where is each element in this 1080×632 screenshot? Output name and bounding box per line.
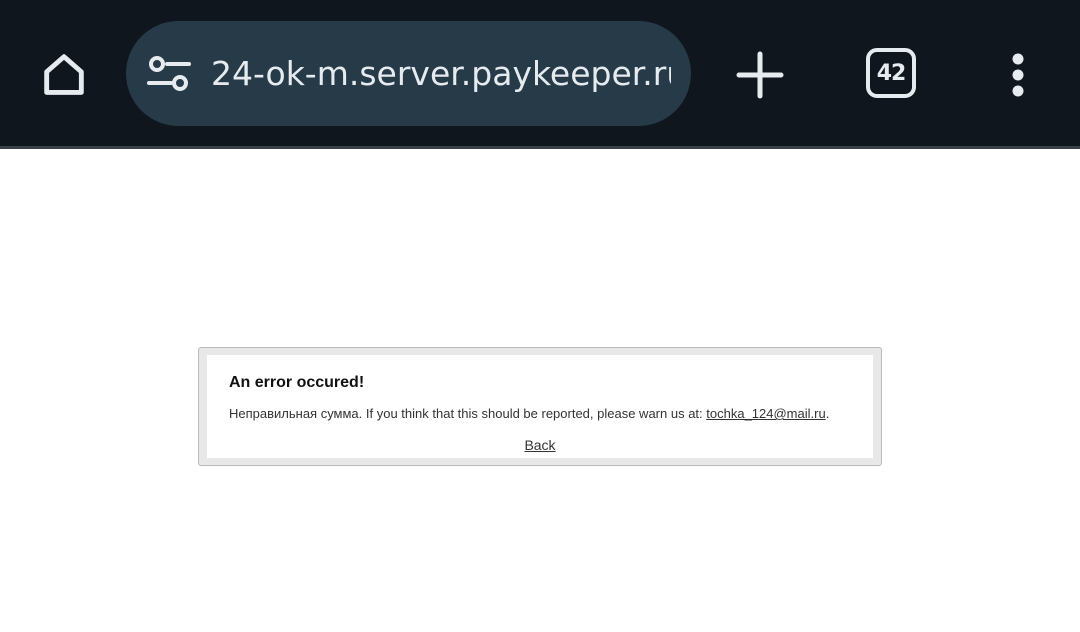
error-title: An error occured! <box>229 374 365 391</box>
toolbar-divider <box>0 146 1080 149</box>
error-message: Неправильная сумма. If you think that th… <box>229 406 829 421</box>
support-email-link[interactable]: tochka_124@mail.ru <box>706 406 825 421</box>
address-bar[interactable]: 24-ok-m.server.paykeeper.ru/ <box>126 21 691 126</box>
error-panel-content: An error occured! Неправильная сумма. If… <box>207 355 873 458</box>
browser-toolbar: 24-ok-m.server.paykeeper.ru/ 42 <box>0 0 1080 146</box>
url-text[interactable]: 24-ok-m.server.paykeeper.ru/ <box>211 21 671 126</box>
plus-icon <box>736 51 784 99</box>
error-panel: An error occured! Неправильная сумма. If… <box>198 347 882 466</box>
error-message-text: Неправильная сумма. If you think that th… <box>229 406 707 421</box>
error-message-suffix: . <box>825 406 830 421</box>
menu-button[interactable] <box>995 45 1041 105</box>
tab-switcher-button[interactable]: 42 <box>866 48 916 98</box>
tab-count: 42 <box>876 60 907 86</box>
new-tab-button[interactable] <box>730 45 790 105</box>
more-vert-icon <box>1012 53 1024 97</box>
back-link[interactable]: Back <box>207 437 873 453</box>
home-button[interactable] <box>30 40 98 108</box>
tune-icon[interactable] <box>146 51 192 97</box>
home-icon <box>44 54 84 95</box>
